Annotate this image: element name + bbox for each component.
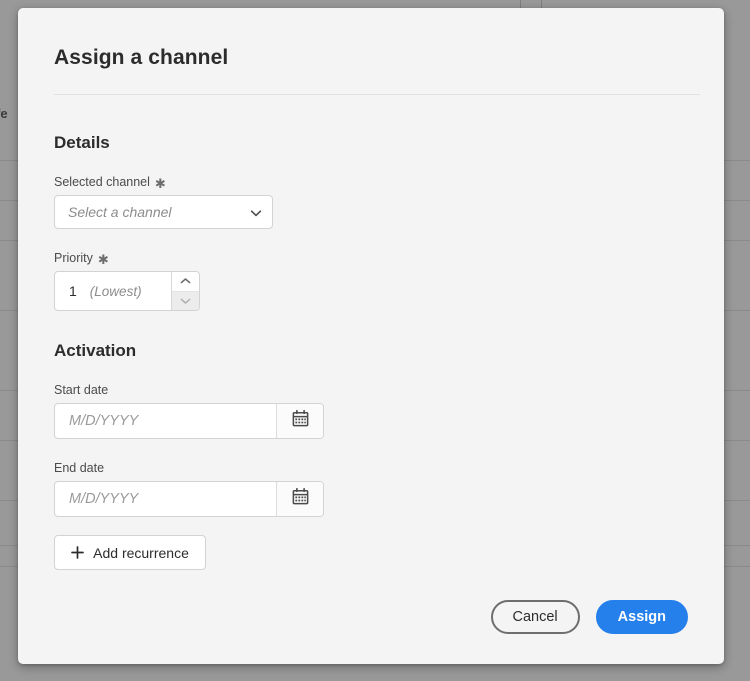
chevron-up-icon xyxy=(180,272,191,290)
priority-increment-button[interactable] xyxy=(172,272,199,292)
dialog-footer: Cancel Assign xyxy=(490,600,688,634)
selected-channel-label: Selected channel ✱ xyxy=(54,175,688,191)
calendar-icon xyxy=(291,487,310,511)
priority-stepper-buttons xyxy=(171,272,199,310)
end-date-field[interactable]: M/D/YYYY xyxy=(54,481,324,517)
end-date-input[interactable]: M/D/YYYY xyxy=(55,482,276,516)
priority-stepper[interactable]: 1 (Lowest) xyxy=(54,271,200,311)
priority-value: 1 xyxy=(69,283,77,299)
add-recurrence-label: Add recurrence xyxy=(93,544,189,561)
chevron-down-icon xyxy=(180,292,191,310)
calendar-icon xyxy=(291,409,310,433)
start-date-label: Start date xyxy=(54,383,688,397)
add-recurrence-button[interactable]: Add recurrence xyxy=(54,535,206,570)
selected-channel-label-text: Selected channel xyxy=(54,175,150,189)
background-partial-text: fe xyxy=(0,106,8,121)
start-date-input[interactable]: M/D/YYYY xyxy=(55,404,276,438)
chevron-down-icon xyxy=(250,206,262,218)
assign-button[interactable]: Assign xyxy=(595,600,688,634)
priority-decrement-button[interactable] xyxy=(172,291,199,310)
start-date-label-text: Start date xyxy=(54,383,109,397)
cancel-button[interactable]: Cancel xyxy=(490,600,580,634)
start-date-field[interactable]: M/D/YYYY xyxy=(54,403,324,439)
selected-channel-placeholder: Select a channel xyxy=(68,204,172,220)
details-section-heading: Details xyxy=(54,133,110,152)
required-asterisk-icon: ✱ xyxy=(154,175,166,191)
end-date-label-text: End date xyxy=(54,461,105,475)
priority-suffix: (Lowest) xyxy=(89,283,142,299)
end-date-label: End date xyxy=(54,461,688,475)
start-date-calendar-button[interactable] xyxy=(276,404,323,438)
priority-label-text: Priority xyxy=(54,251,93,265)
activation-section-heading: Activation xyxy=(54,341,137,360)
required-asterisk-icon: ✱ xyxy=(97,251,109,267)
dialog-title: Assign a channel xyxy=(54,46,229,69)
priority-input[interactable]: 1 (Lowest) xyxy=(55,272,171,310)
priority-label: Priority ✱ xyxy=(54,251,688,267)
title-divider xyxy=(54,94,700,95)
assign-channel-dialog: Assign a channel Details Selected channe… xyxy=(18,8,724,664)
end-date-calendar-button[interactable] xyxy=(276,482,323,516)
plus-icon xyxy=(71,546,84,559)
selected-channel-picker[interactable]: Select a channel xyxy=(54,195,273,229)
